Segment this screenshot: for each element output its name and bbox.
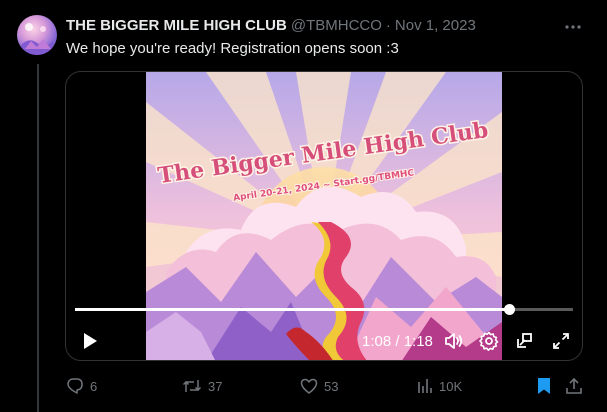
bar-chart-icon: [418, 379, 432, 393]
tweet-actions-bar: 6 37 53 10K: [0, 372, 607, 400]
fullscreen-button[interactable]: [548, 326, 574, 356]
tweet-date[interactable]: Nov 1, 2023: [395, 16, 476, 36]
gear-icon: [479, 331, 499, 351]
reply-count: 6: [90, 378, 98, 394]
tweet-header: THE BIGGER MILE HIGH CLUB @TBMHCCO · Nov…: [66, 16, 476, 36]
play-icon: [84, 333, 97, 349]
like-count: 53: [324, 378, 339, 394]
settings-button[interactable]: [476, 326, 502, 356]
bookmark-button[interactable]: [536, 372, 552, 400]
views-button[interactable]: 10K: [417, 372, 462, 400]
bookmark-icon: [538, 378, 550, 394]
video-player[interactable]: The Bigger Mile High Club April 20-21, 2…: [65, 71, 583, 361]
share-button[interactable]: [565, 372, 583, 400]
repost-count: 37: [208, 378, 223, 394]
volume-button[interactable]: [441, 326, 467, 356]
heart-icon: [300, 378, 318, 394]
separator-dot: ·: [385, 17, 391, 34]
video-frame: The Bigger Mile High Club April 20-21, 2…: [146, 72, 502, 360]
more-icon: [565, 25, 581, 29]
display-name[interactable]: THE BIGGER MILE HIGH CLUB: [66, 16, 287, 36]
picture-in-picture-icon: [517, 333, 532, 348]
reply-button[interactable]: 6: [66, 372, 97, 400]
like-button[interactable]: 53: [300, 372, 338, 400]
repost-button[interactable]: 37: [182, 372, 222, 400]
video-progress-thumb[interactable]: [504, 304, 516, 315]
thread-connector-line: [37, 64, 39, 412]
more-options-button[interactable]: [560, 14, 586, 40]
share-icon: [566, 377, 582, 394]
user-handle[interactable]: @TBMHCCO: [291, 16, 382, 36]
avatar[interactable]: [17, 15, 57, 55]
view-count: 10K: [439, 378, 463, 394]
expand-icon: [553, 333, 569, 349]
video-time-display: 1:08 / 1:18: [362, 332, 433, 350]
tweet-text: We hope you're ready! Registration opens…: [66, 40, 399, 57]
video-progress-bar[interactable]: [75, 304, 573, 315]
play-button[interactable]: [78, 326, 102, 356]
picture-in-picture-button[interactable]: [511, 326, 537, 356]
video-progress-fill: [75, 308, 510, 311]
reply-icon: [67, 378, 83, 394]
volume-icon: [445, 333, 463, 349]
repost-icon: [182, 380, 202, 392]
